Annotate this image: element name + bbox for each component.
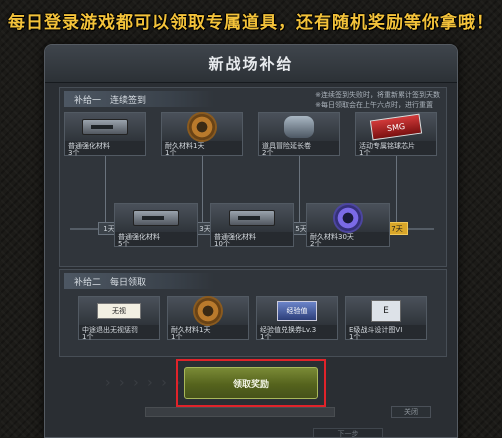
reward-item[interactable]: 耐久材料1天 1个	[161, 112, 243, 157]
next-button[interactable]: 下一步	[313, 428, 383, 437]
item-count: 1个	[171, 333, 183, 341]
reward-item[interactable]: 普通强化材料 3个	[64, 112, 146, 157]
claim-reward-button[interactable]: 领取奖励	[184, 367, 318, 399]
note-line: ※每日领取会在上午六点时，进行重置	[315, 101, 433, 109]
daily-item[interactable]: 经验值 经验值兑换券Lv.3 1个	[256, 296, 338, 341]
reward-item[interactable]: SMG 活动专属铭球芯片 1个	[355, 112, 437, 157]
ticket-icon: 无视	[97, 303, 141, 319]
close-button[interactable]: 关闭	[391, 406, 431, 418]
daily-item[interactable]: 无视 中途退出无视惩罚 1个	[78, 296, 160, 341]
gear-icon	[195, 298, 221, 324]
item-count: 1个	[359, 149, 371, 157]
item-count: 5个	[118, 240, 130, 248]
signin-notes: ※连续签到失败时，将重新累计签到天数 ※每日领取会在上午六点时，进行重置	[315, 90, 440, 110]
daily-item[interactable]: E E级战斗设计图VI 1个	[345, 296, 427, 341]
pad-icon	[284, 116, 314, 138]
background-input	[145, 407, 335, 417]
gear-icon-blue	[335, 205, 361, 231]
item-count: 1个	[260, 333, 272, 341]
connector-line	[396, 156, 397, 222]
reward-item[interactable]: 道具冒险延长卷 2个	[258, 112, 340, 157]
milestone-item[interactable]: 耐久材料30天 2个	[306, 203, 390, 248]
item-count: 1个	[349, 333, 361, 341]
item-count: 1个	[82, 333, 94, 341]
item-count: 10个	[214, 240, 230, 248]
note-line: ※连续签到失败时，将重新累计签到天数	[315, 91, 440, 99]
box-icon	[229, 210, 275, 226]
milestone-item[interactable]: 普通强化材料 10个	[210, 203, 294, 248]
item-count: 3个	[68, 149, 80, 157]
section-tab-daily: 补给二 每日领取	[64, 273, 214, 289]
connector-line	[202, 156, 203, 222]
chip-icon: SMG	[369, 113, 423, 141]
milestone-item[interactable]: 普通强化材料 5个	[114, 203, 198, 248]
box-icon	[82, 119, 128, 135]
item-count: 2个	[310, 240, 322, 248]
blueprint-icon: E	[371, 300, 401, 322]
dialog-title: 新战场补给	[45, 45, 457, 83]
daily-claim-section: 补给二 每日领取 无视 中途退出无视惩罚 1个 耐久材料1天 1个 经验值 经验…	[59, 269, 447, 357]
daily-login-banner: 每日登录游戏都可以领取专属道具，还有随机奖励等你拿哦！	[8, 12, 494, 33]
exp-card-icon: 经验值	[277, 301, 317, 321]
connector-line	[299, 156, 300, 222]
connector-line	[105, 156, 106, 222]
item-count: 2个	[262, 149, 274, 157]
daily-item[interactable]: 耐久材料1天 1个	[167, 296, 249, 341]
supply-dialog: 新战场补给 补给一 连续签到 ※连续签到失败时，将重新累计签到天数 ※每日领取会…	[44, 44, 458, 438]
section-tab-signin: 补给一 连续签到	[64, 91, 214, 107]
claim-button-highlight: 领取奖励	[176, 359, 326, 407]
box-icon	[133, 210, 179, 226]
gear-icon	[189, 114, 215, 140]
item-count: 1个	[165, 149, 177, 157]
